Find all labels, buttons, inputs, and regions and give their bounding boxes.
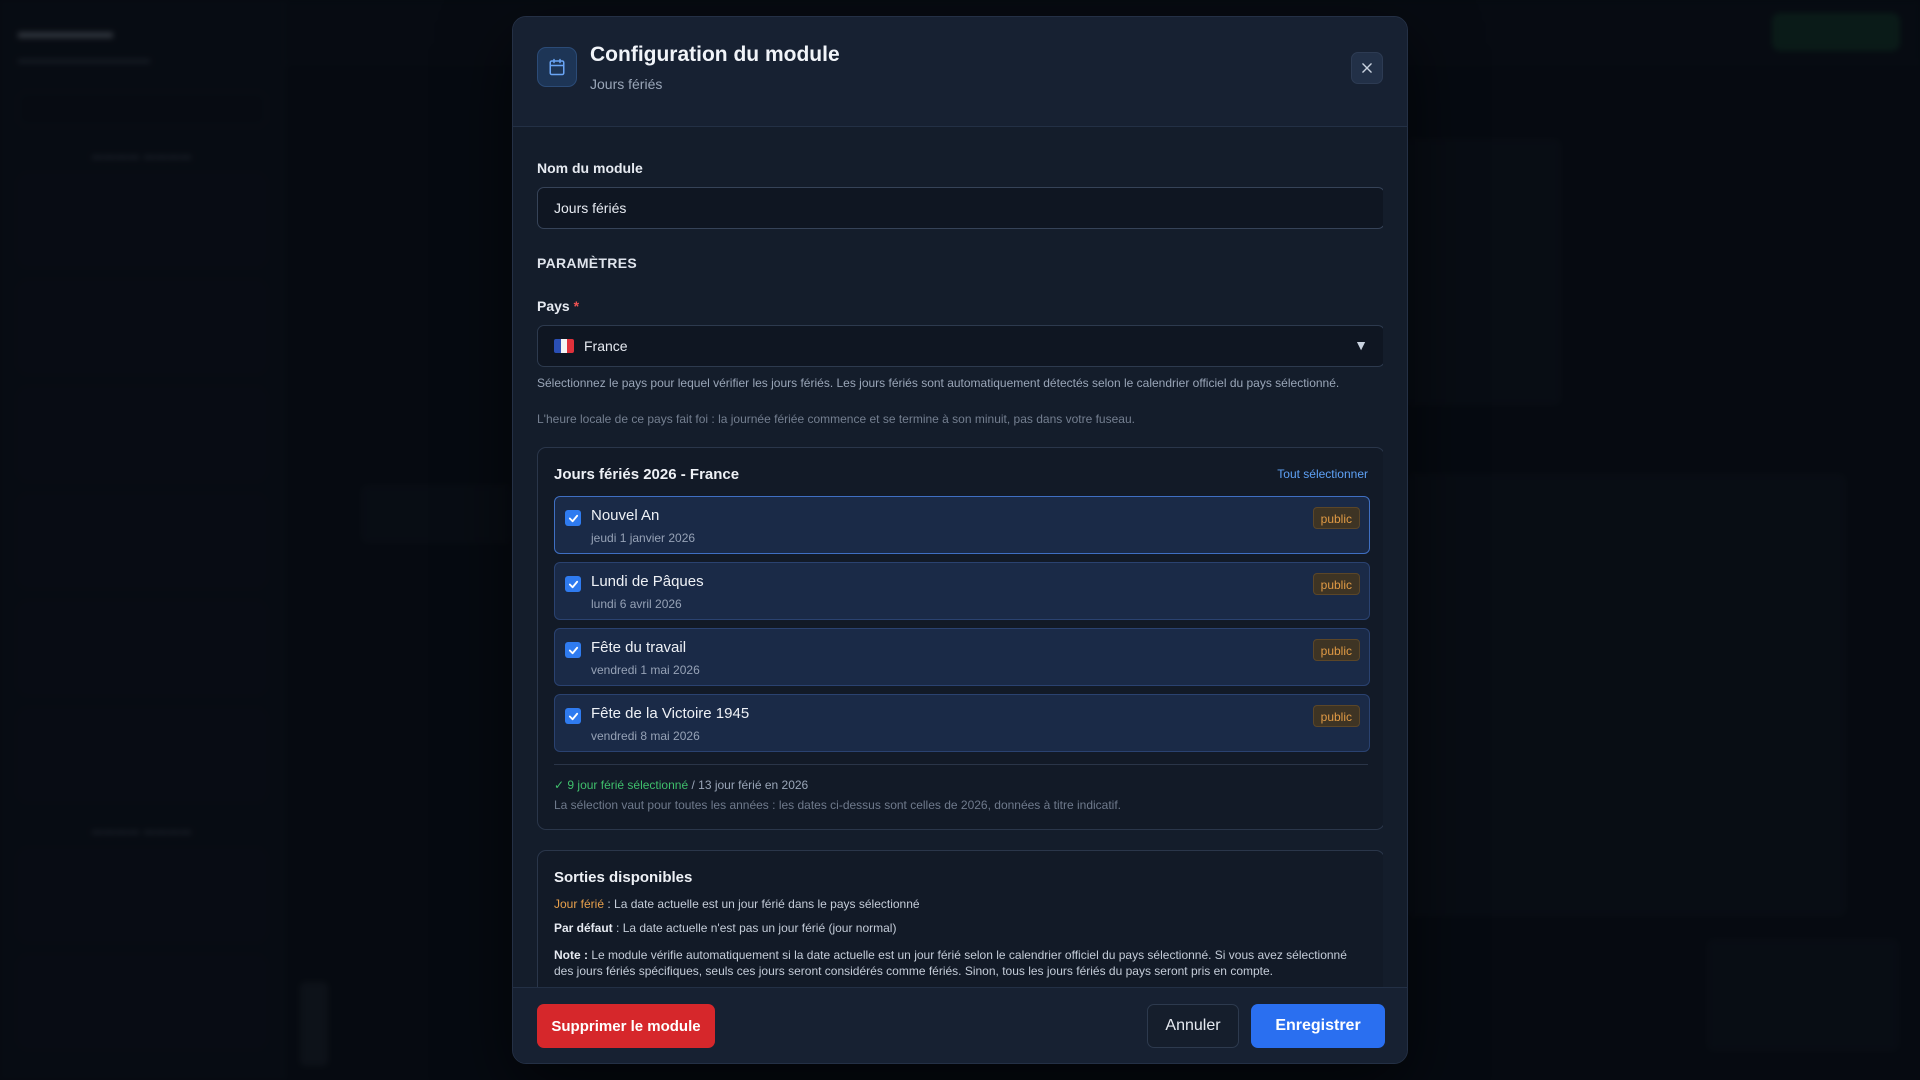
select-all-link[interactable]: Tout sélectionner [1277,467,1368,481]
selection-note: La sélection vaut pour toutes les années… [554,798,1122,812]
holiday-type-badge: public [1312,705,1360,727]
output-note-label: Note : [554,948,588,962]
module-name-input[interactable] [537,187,1383,229]
selection-count: ✓ 9 jour férié sélectionné [554,778,689,792]
output-holiday-label: Jour férié [554,897,605,911]
holiday-item[interactable]: Nouvel An jeudi 1 janvier 2026 public [554,496,1370,554]
selection-total: / 13 jour férié en 2026 [688,778,809,792]
output-note-text: Le module vérifie automatiquement si la … [554,948,1347,978]
save-button[interactable]: Enregistrer [1251,1004,1385,1048]
cancel-button[interactable]: Annuler [1147,1004,1239,1048]
output-default-label: Par défaut [554,921,613,935]
modal-subtitle: Jours fériés [590,76,663,92]
modal-title: Configuration du module [590,43,840,66]
panel-divider [554,764,1368,765]
holiday-checkbox[interactable] [565,510,581,526]
modal-footer: Supprimer le module Annuler Enregistrer [513,987,1407,1063]
required-mark: * [573,298,580,314]
country-label-text: Pays [537,298,570,314]
holidays-panel-title: Jours fériés 2026 - France [554,466,740,483]
holiday-checkbox[interactable] [565,642,581,658]
check-icon [568,514,578,522]
modal-header: Configuration du module Jours fériés [513,17,1407,127]
output-default: Par défaut : La date actuelle n'est pas … [554,920,1364,936]
check-icon [568,646,578,654]
country-help-text: Sélectionnez le pays pour lequel vérifie… [537,376,1340,390]
holiday-item[interactable]: Fête du travail vendredi 1 mai 2026 publ… [554,628,1370,686]
chevron-down-icon: ▼ [1354,337,1368,353]
holiday-date: vendredi 1 mai 2026 [591,663,700,677]
holiday-checkbox[interactable] [565,576,581,592]
country-label: Pays * [537,298,579,314]
holiday-name: Fête de la Victoire 1945 [591,705,750,722]
holiday-name: Lundi de Pâques [591,573,704,590]
holiday-date: jeudi 1 janvier 2026 [591,531,696,545]
holiday-date: lundi 6 avril 2026 [591,597,682,611]
close-button[interactable] [1351,52,1383,84]
holiday-name: Fête du travail [591,639,687,656]
output-holiday: Jour férié : La date actuelle est un jou… [554,896,1364,912]
output-holiday-desc: : La date actuelle est un jour férié dan… [604,897,920,911]
delete-module-button[interactable]: Supprimer le module [537,1004,715,1048]
holiday-name: Nouvel An [591,507,660,524]
check-icon [568,580,578,588]
country-select-value: France [584,338,628,354]
holiday-type-badge: public [1312,507,1360,529]
close-icon [1362,63,1372,73]
modal-body: Nom du module PARAMÈTRES Pays * France ▼… [537,127,1383,989]
country-select[interactable]: France ▼ [537,325,1383,367]
holidays-panel: Jours fériés 2026 - France Tout sélectio… [537,447,1383,830]
module-config-modal: Configuration du module Jours fériés Nom… [512,16,1408,1064]
check-icon [568,712,578,720]
output-default-desc: : La date actuelle n'est pas un jour fér… [612,921,897,935]
holiday-type-badge: public [1312,573,1360,595]
france-flag-icon [554,339,574,353]
holiday-type-badge: public [1312,639,1360,661]
holiday-item[interactable]: Lundi de Pâques lundi 6 avril 2026 publi… [554,562,1370,620]
holiday-item[interactable]: Fête de la Victoire 1945 vendredi 8 mai … [554,694,1370,752]
module-name-label: Nom du module [537,160,643,176]
outputs-panel: Sorties disponibles Jour férié : La date… [537,850,1383,989]
parameters-title: PARAMÈTRES [537,255,637,271]
calendar-icon [537,47,577,87]
selection-summary: ✓ 9 jour férié sélectionné / 13 jour fér… [554,778,808,792]
output-note: Note : Le module vérifie automatiquement… [554,947,1364,979]
holiday-date: vendredi 8 mai 2026 [591,729,700,743]
outputs-title: Sorties disponibles [554,869,693,886]
timezone-help-text: L'heure locale de ce pays fait foi : la … [537,412,1135,426]
holiday-checkbox[interactable] [565,708,581,724]
